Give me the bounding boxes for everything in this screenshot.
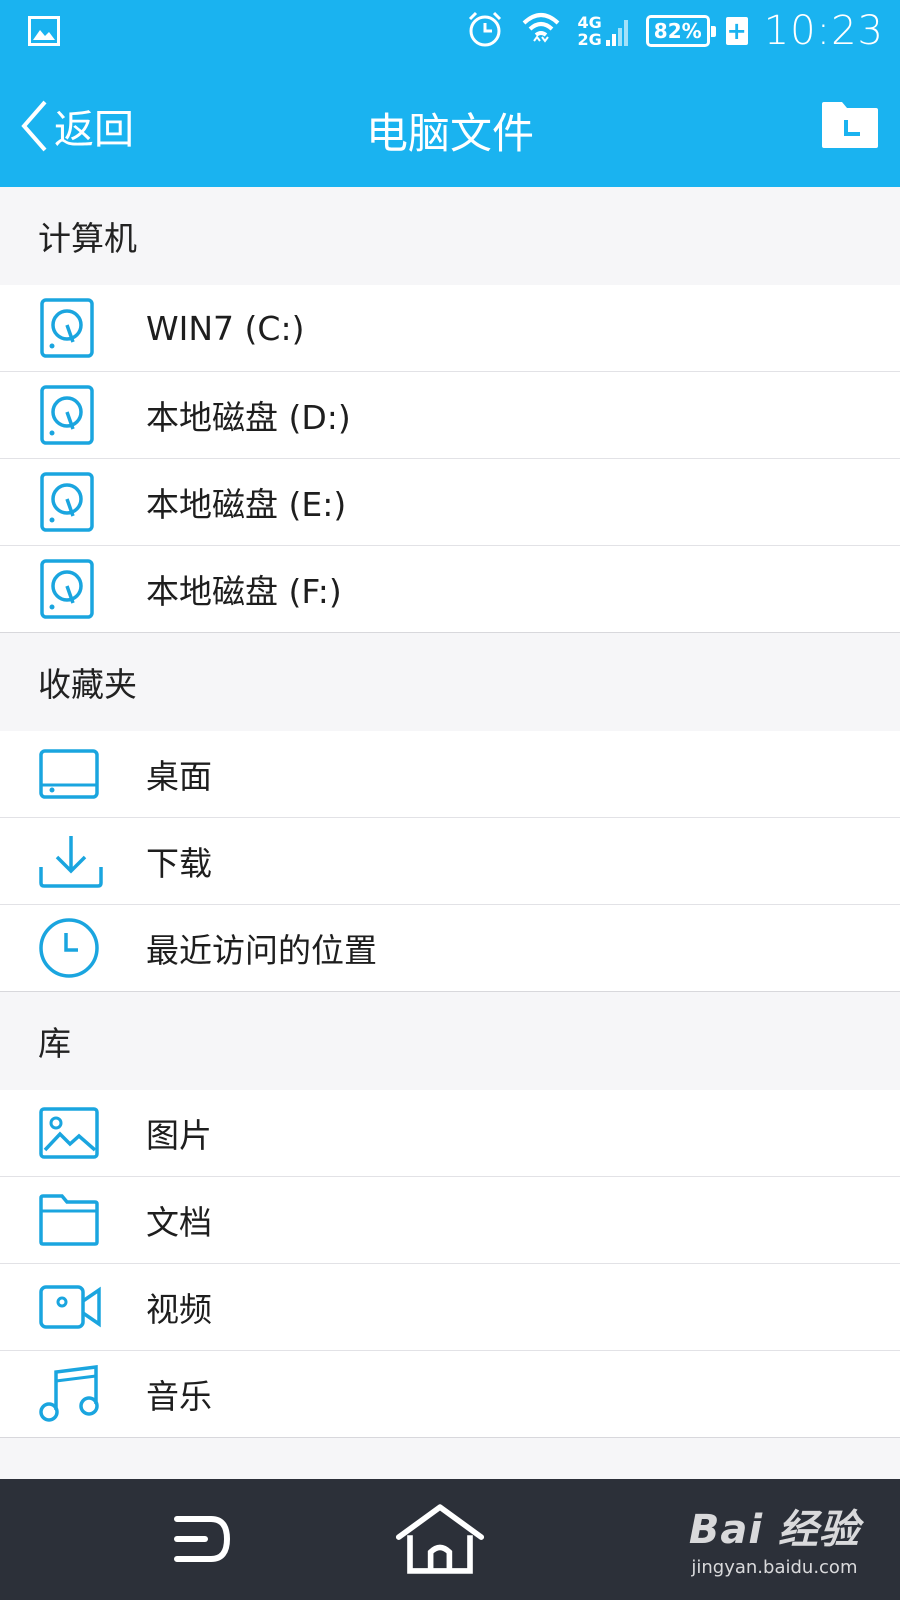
item-label: 文档 [146,1203,212,1242]
item-label: 视频 [146,1290,212,1329]
item-label: WIN7 (C:) [146,308,305,348]
clock-icon [39,918,99,978]
status-bar: 4G 2G 82% + 10:23 [0,0,900,62]
section-favorites-header: 收藏夹 [0,633,900,731]
list-item-drive-c[interactable]: WIN7 (C:) [0,285,900,372]
list-item-download[interactable]: 下载 [0,818,900,905]
computer-list: WIN7 (C:) 本地磁盘 (D:) 本地磁盘 (E:) 本地磁盘 (F:) [0,285,900,633]
hard-drive-icon [40,385,94,445]
baidu-jingyan-watermark: Bai 经验 jingyan.baidu.com [689,1497,860,1578]
list-item-recent[interactable]: 最近访问的位置 [0,905,900,992]
item-label: 本地磁盘 (E:) [146,485,347,524]
music-icon [39,1365,99,1422]
item-label: 最近访问的位置 [146,931,377,970]
list-item-drive-e[interactable]: 本地磁盘 (E:) [0,459,900,546]
item-label: 音乐 [146,1377,212,1416]
battery-indicator: 82% [645,15,716,47]
network-type-bottom: 2G [577,30,602,49]
charging-icon: + [725,17,748,45]
item-label: 图片 [146,1116,212,1155]
image-icon [39,1107,99,1159]
favorites-list: 桌面 下载 最近访问的位置 [0,731,900,992]
hard-drive-icon [40,559,94,619]
gallery-notification-icon [28,16,60,50]
cellular-signal-icon: 4G 2G [577,14,629,48]
app-header: 返回 电脑文件 [0,62,900,187]
item-label: 本地磁盘 (F:) [146,572,342,611]
folder-icon [822,102,878,148]
section-library-header: 库 [0,992,900,1090]
hard-drive-icon [40,472,94,532]
watermark-logo: Bai 经验 [688,1507,860,1553]
alarm-icon [465,9,505,53]
desktop-icon [39,749,99,799]
item-label: 本地磁盘 (D:) [146,398,351,437]
list-item-music[interactable]: 音乐 [0,1351,900,1438]
item-label: 桌面 [146,757,212,796]
wifi-icon [521,11,561,51]
home-icon [395,1504,485,1574]
list-item-desktop[interactable]: 桌面 [0,731,900,818]
network-type-top: 4G [577,13,602,32]
section-computer-header: 计算机 [0,187,900,285]
list-item-drive-d[interactable]: 本地磁盘 (D:) [0,372,900,459]
hard-drive-icon [40,298,94,358]
folder-icon [39,1194,99,1246]
home-nav-button[interactable] [395,1499,485,1579]
status-time: 10:23 [763,8,884,54]
navigation-bar: Bai 经验 jingyan.baidu.com [0,1479,900,1600]
list-item-drive-f[interactable]: 本地磁盘 (F:) [0,546,900,633]
list-item-pictures[interactable]: 图片 [0,1090,900,1177]
video-icon [39,1285,101,1329]
file-browser: 计算机 WIN7 (C:) 本地磁盘 (D:) 本地磁盘 (E:) 本地磁盘 (… [0,187,900,1479]
folder-button[interactable] [820,98,880,150]
back-nav-button[interactable] [155,1499,245,1579]
list-item-documents[interactable]: 文档 [0,1177,900,1264]
back-nav-icon [174,1516,231,1562]
page-title: 电脑文件 [365,109,534,158]
list-item-videos[interactable]: 视频 [0,1264,900,1351]
library-list: 图片 文档 视频 音乐 [0,1090,900,1438]
download-icon [39,836,103,888]
item-label: 下载 [146,844,212,883]
watermark-url: jingyan.baidu.com [691,1557,858,1578]
